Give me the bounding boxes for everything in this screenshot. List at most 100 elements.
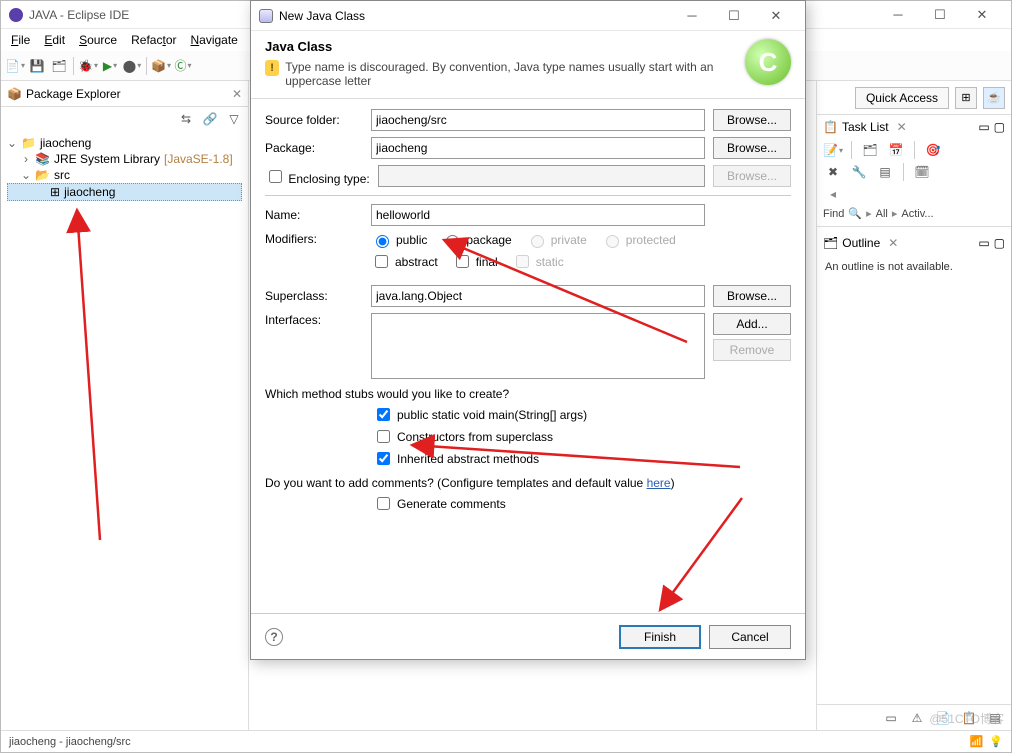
view-close-icon[interactable]: ✕ (897, 120, 907, 134)
close-button[interactable]: ✕ (755, 4, 797, 28)
task-list-view: 📋 Task List ✕ ▭ ▢ 📝 🗂 📅 🎯 ✖ 🔧 ▤ 🗓 (817, 115, 1011, 227)
maximize-button[interactable]: ☐ (919, 3, 961, 27)
minimize-view-icon[interactable]: ▭ (978, 120, 989, 134)
finish-button[interactable]: Finish (619, 625, 701, 649)
rss-icon[interactable]: 📶 (970, 735, 984, 748)
minimize-view-icon[interactable]: ▭ (978, 236, 989, 250)
package-input[interactable] (371, 137, 705, 159)
view-menu-icon[interactable]: ▽ (224, 109, 244, 129)
status-text: jiaocheng - jiaocheng/src (9, 736, 131, 748)
trim-icon[interactable]: ▭ (881, 708, 901, 728)
modifier-final-checkbox[interactable] (456, 255, 469, 268)
minimize-button[interactable]: ─ (671, 4, 713, 28)
focus-icon[interactable]: 🎯 (923, 140, 943, 160)
generate-comments-checkbox[interactable] (377, 497, 390, 510)
menu-edit[interactable]: Edit (38, 31, 71, 49)
modifier-static-checkbox (516, 255, 529, 268)
superclass-label: Superclass: (265, 289, 363, 303)
package-explorer-tab[interactable]: 📦 Package Explorer ✕ (1, 81, 248, 107)
interfaces-list[interactable] (371, 313, 705, 379)
source-folder-label: Source folder: (265, 113, 363, 127)
comments-question: Do you want to add comments? (Configure … (265, 476, 791, 490)
debug-button[interactable]: 🐞 (78, 56, 98, 76)
view-close-icon[interactable]: ✕ (232, 87, 242, 101)
quick-access-button[interactable]: Quick Access (855, 87, 949, 109)
save-button[interactable]: 💾 (27, 56, 47, 76)
task-list-icon: 📋 (823, 120, 838, 134)
remove-button: Remove (713, 339, 791, 361)
inherited-methods-checkbox[interactable] (377, 452, 390, 465)
main-method-checkbox[interactable] (377, 408, 390, 421)
window-title: JAVA - Eclipse IDE (29, 8, 129, 22)
filter-activate[interactable]: Activ... (901, 208, 933, 220)
modifier-abstract-checkbox[interactable] (375, 255, 388, 268)
maximize-button[interactable]: ☐ (713, 4, 755, 28)
modifier-package-radio[interactable] (446, 235, 459, 248)
outline-title: Outline (842, 236, 880, 250)
run-button[interactable]: ▶ (100, 56, 120, 76)
minimize-button[interactable]: ─ (877, 3, 919, 27)
cancel-button[interactable]: Cancel (709, 625, 791, 649)
method-stubs-question: Which method stubs would you like to cre… (265, 387, 791, 401)
open-perspective-icon[interactable]: ⊞ (955, 87, 977, 109)
maximize-view-icon[interactable]: ▢ (994, 236, 1005, 250)
interfaces-label: Interfaces: (265, 313, 363, 327)
trim-icon[interactable]: ⚠ (907, 708, 927, 728)
tip-icon[interactable]: 💡 (989, 735, 1003, 748)
name-input[interactable] (371, 204, 705, 226)
filter-all[interactable]: All (876, 208, 888, 220)
enclosing-type-input (378, 165, 705, 187)
tree-project[interactable]: ⌄📁 jiaocheng (7, 135, 242, 151)
tree-jre[interactable]: ›📚 JRE System Library [JavaSE-1.8] (7, 151, 242, 167)
task-list-title: Task List (842, 120, 889, 134)
enclosing-type-label: Enclosing type: (288, 172, 369, 186)
tl-tool-icon[interactable]: ▤ (875, 162, 895, 182)
constructors-checkbox[interactable] (377, 430, 390, 443)
tl-tool-icon[interactable]: ✖ (823, 162, 843, 182)
outline-empty-text: An outline is not available. (817, 255, 1011, 279)
new-button[interactable]: 📄 (5, 56, 25, 76)
categorize-icon[interactable]: 🗂 (860, 140, 880, 160)
coverage-button[interactable]: ⬤ (122, 56, 142, 76)
modifier-private-radio (531, 235, 544, 248)
maximize-view-icon[interactable]: ▢ (994, 120, 1005, 134)
browse-button[interactable]: Browse... (713, 285, 791, 307)
superclass-input[interactable] (371, 285, 705, 307)
menu-refactor[interactable]: Refactor (125, 31, 182, 49)
browse-button[interactable]: Browse... (713, 137, 791, 159)
project-tree: ⌄📁 jiaocheng ›📚 JRE System Library [Java… (1, 131, 248, 205)
browse-button[interactable]: Browse... (713, 109, 791, 131)
right-panel: Quick Access ⊞ ☕ 📋 Task List ✕ ▭ ▢ 📝 🗂 📅… (816, 81, 1011, 730)
menu-source[interactable]: Source (73, 31, 123, 49)
modifiers-label: Modifiers: (265, 232, 363, 246)
tl-tool-icon[interactable]: 🗓 (912, 162, 932, 182)
eclipse-icon (9, 8, 23, 22)
add-button[interactable]: Add... (713, 313, 791, 335)
java-perspective-icon[interactable]: ☕ (983, 87, 1005, 109)
warning-icon: ! (265, 60, 279, 76)
collapse-all-icon[interactable]: ⇆ (176, 109, 196, 129)
close-button[interactable]: ✕ (961, 3, 1003, 27)
tree-src[interactable]: ⌄📂 src (7, 167, 242, 183)
link-editor-icon[interactable]: 🔗 (200, 109, 220, 129)
new-package-button[interactable]: 📦 (151, 56, 171, 76)
menu-file[interactable]: File (5, 31, 36, 49)
menu-navigate[interactable]: Navigate (184, 31, 243, 49)
status-bar: jiaocheng - jiaocheng/src 📶 💡 (1, 730, 1011, 752)
configure-templates-link[interactable]: here (647, 476, 671, 490)
find-label: Find (823, 208, 844, 220)
source-folder-input[interactable] (371, 109, 705, 131)
view-close-icon[interactable]: ✕ (888, 236, 898, 250)
tree-package-selected[interactable]: ⊞ jiaocheng (7, 183, 242, 201)
collapse-icon[interactable]: ◂ (823, 184, 843, 204)
help-icon[interactable]: ? (265, 628, 283, 646)
enclosing-type-checkbox[interactable] (269, 170, 282, 183)
new-task-icon[interactable]: 📝 (823, 140, 843, 160)
outline-icon: 🗂 (823, 236, 838, 250)
new-class-button[interactable]: Ⓒ (173, 56, 193, 76)
search-icon[interactable]: 🔍 (848, 207, 862, 220)
schedule-icon[interactable]: 📅 (886, 140, 906, 160)
save-all-button[interactable]: 🗂 (49, 56, 69, 76)
tl-tool-icon[interactable]: 🔧 (849, 162, 869, 182)
modifier-public-radio[interactable] (376, 235, 389, 248)
